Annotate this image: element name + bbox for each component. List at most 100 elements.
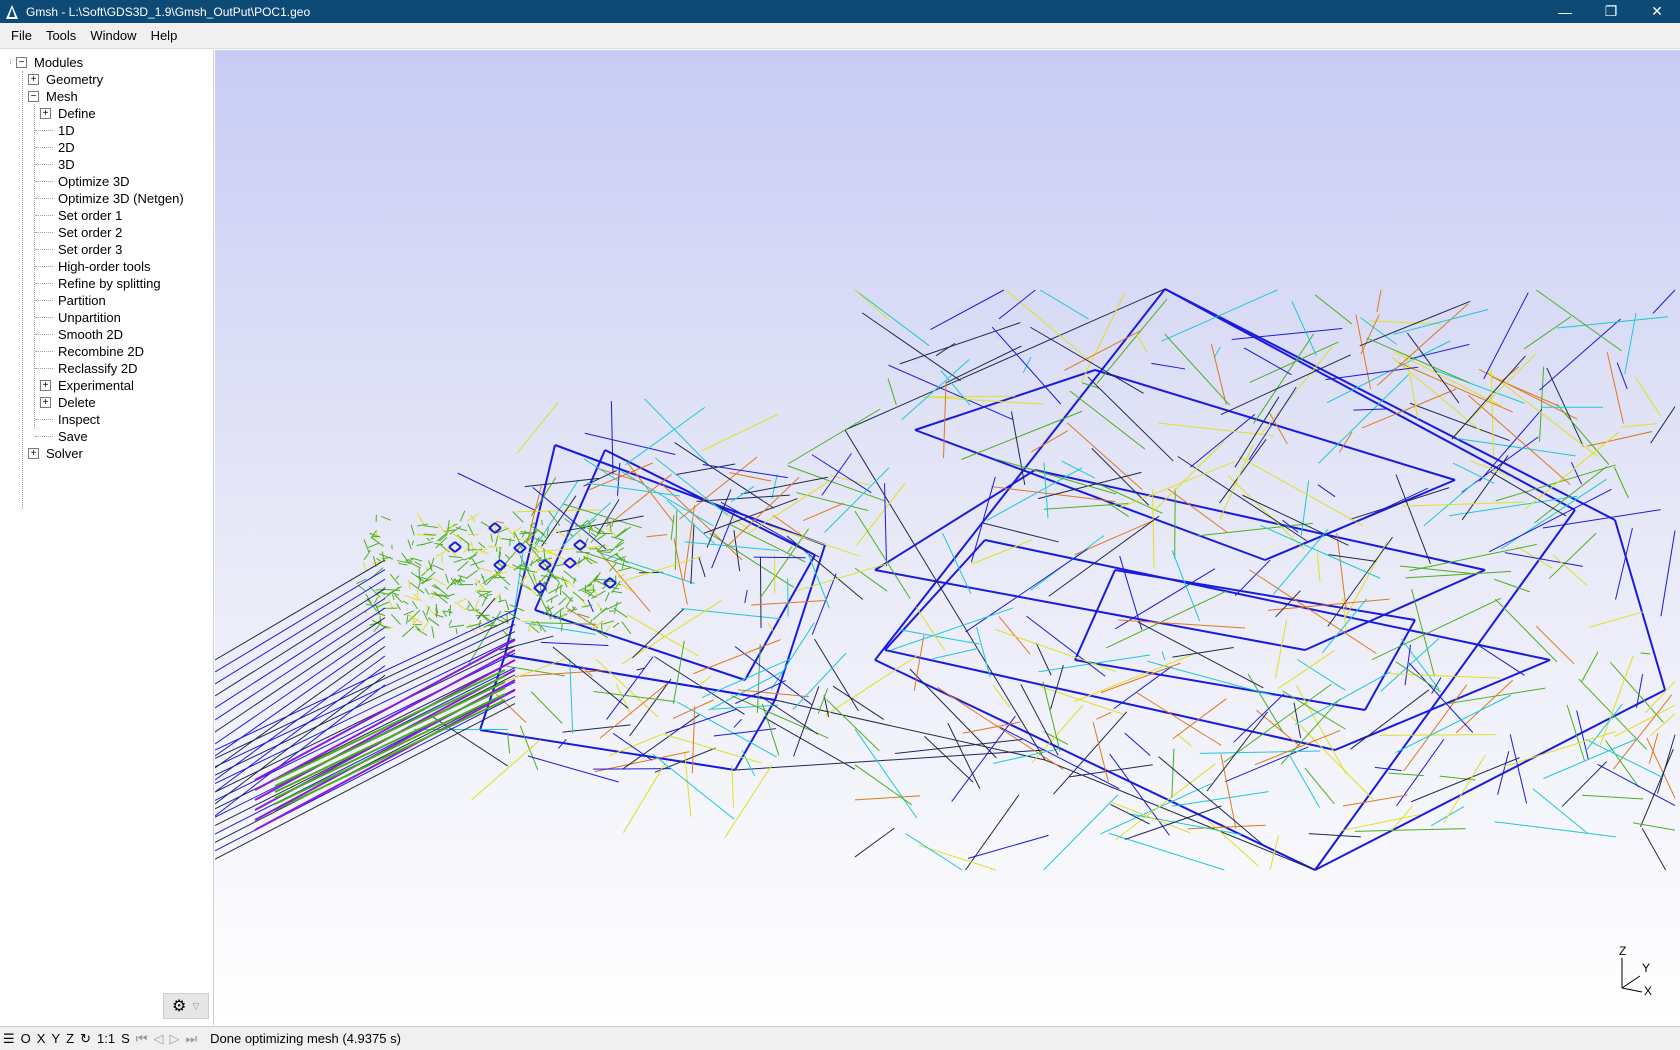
- play-icon[interactable]: ▷: [166, 1028, 182, 1050]
- mesh-edge: [429, 714, 509, 767]
- tree-item-inspect[interactable]: Inspect: [0, 411, 214, 428]
- tree-item-save[interactable]: Save: [0, 428, 214, 445]
- select-button[interactable]: S: [118, 1028, 133, 1050]
- tree-item-solver[interactable]: + Solver: [0, 445, 214, 462]
- prev-step-icon[interactable]: ◁: [150, 1028, 166, 1050]
- mesh-edge: [477, 590, 491, 593]
- mesh-edge: [696, 494, 790, 502]
- tree-item-optimize-3d-netgen[interactable]: Optimize 3D (Netgen): [0, 190, 214, 207]
- mesh-edge: [1316, 552, 1321, 582]
- menu-tools[interactable]: Tools: [39, 23, 83, 49]
- tree-connector: [35, 317, 53, 318]
- menu-toggle-button[interactable]: ☰: [0, 1028, 18, 1050]
- scale-button[interactable]: 1:1: [94, 1028, 118, 1050]
- mesh-edge: [609, 539, 624, 553]
- tree-item-mesh-1d[interactable]: 1D: [0, 122, 214, 139]
- tree-item-smooth-2d[interactable]: Smooth 2D: [0, 326, 214, 343]
- mesh-edge: [698, 675, 712, 687]
- mesh-edge: [1147, 660, 1275, 697]
- tree-item-set-order-2[interactable]: Set order 2: [0, 224, 214, 241]
- graphics-viewport[interactable]: [215, 50, 1680, 1025]
- rotate-icon[interactable]: ↻: [77, 1028, 94, 1050]
- mesh-edge: [760, 695, 819, 735]
- tree-item-label: Optimize 3D (Netgen): [58, 191, 184, 206]
- mesh-edge: [1539, 366, 1545, 442]
- mesh-edge: [1171, 748, 1175, 798]
- mesh-edge: [1136, 334, 1148, 353]
- tree-item-mesh-2d[interactable]: 2D: [0, 139, 214, 156]
- expand-icon[interactable]: +: [28, 448, 39, 459]
- tree-connector: [35, 232, 53, 233]
- mesh-edge: [215, 569, 386, 673]
- expand-icon[interactable]: +: [40, 380, 51, 391]
- tree-item-high-order-tools[interactable]: High-order tools: [0, 258, 214, 275]
- mesh-edge: [367, 542, 379, 549]
- tree-item-set-order-1[interactable]: Set order 1: [0, 207, 214, 224]
- mesh-edge: [1158, 756, 1265, 847]
- mesh-edge: [711, 512, 735, 569]
- expand-icon[interactable]: +: [40, 108, 51, 119]
- mesh-edge: [558, 597, 567, 606]
- tree-item-delete[interactable]: + Delete: [0, 394, 214, 411]
- tree-item-mesh-define[interactable]: + Define: [0, 105, 214, 122]
- menu-help[interactable]: Help: [144, 23, 185, 49]
- mesh-edge: [541, 519, 543, 526]
- mesh-edge: [504, 586, 509, 590]
- mesh-edge: [505, 599, 510, 611]
- mesh-edge: [788, 408, 881, 465]
- mesh-edge: [884, 483, 888, 567]
- mesh-edge: [1502, 731, 1616, 768]
- tree-item-modules[interactable]: − Modules: [0, 54, 214, 71]
- view-y-button[interactable]: Y: [48, 1028, 63, 1050]
- mesh-edge: [854, 827, 895, 858]
- view-z-button[interactable]: Z: [63, 1028, 77, 1050]
- mesh-edge: [1152, 489, 1155, 569]
- gear-icon: ⚙: [172, 998, 187, 1015]
- tree-item-mesh[interactable]: − Mesh: [0, 88, 214, 105]
- expand-icon[interactable]: +: [40, 397, 51, 408]
- mesh-edge: [1010, 411, 1026, 485]
- mesh-edge: [803, 502, 844, 522]
- last-step-icon[interactable]: ⏭: [182, 1028, 200, 1050]
- mesh-edge: [1646, 737, 1676, 799]
- mesh-edge: [1639, 748, 1674, 827]
- mesh-edge: [759, 556, 762, 628]
- tree-item-geometry[interactable]: + Geometry: [0, 71, 214, 88]
- mesh-edge: [455, 628, 458, 635]
- mesh-edge: [1106, 590, 1227, 649]
- tree-item-reclassify-2d[interactable]: Reclassify 2D: [0, 360, 214, 377]
- collapse-icon[interactable]: −: [28, 91, 39, 102]
- first-step-icon[interactable]: ⏮: [133, 1028, 151, 1050]
- tree-item-unpartition[interactable]: Unpartition: [0, 309, 214, 326]
- menu-window[interactable]: Window: [83, 23, 143, 49]
- mesh-edge: [454, 541, 462, 548]
- tree-item-mesh-3d[interactable]: 3D: [0, 156, 214, 173]
- mesh-edge: [1402, 501, 1525, 507]
- tree-item-experimental[interactable]: + Experimental: [0, 377, 214, 394]
- mesh-edge: [420, 541, 434, 546]
- tree-item-optimize-3d[interactable]: Optimize 3D: [0, 173, 214, 190]
- mesh-edge: [1314, 294, 1353, 325]
- tree-item-refine-by-splitting[interactable]: Refine by splitting: [0, 275, 214, 292]
- mesh-edge: [552, 646, 629, 709]
- restore-button[interactable]: ❐: [1588, 0, 1634, 23]
- view-origin-button[interactable]: O: [18, 1028, 34, 1050]
- tree-item-recombine-2d[interactable]: Recombine 2D: [0, 343, 214, 360]
- menu-file[interactable]: File: [4, 23, 39, 49]
- tree-item-partition[interactable]: Partition: [0, 292, 214, 309]
- tree-connector: [35, 147, 53, 148]
- close-button[interactable]: ✕: [1634, 0, 1680, 23]
- mesh-edge: [1411, 757, 1520, 803]
- tree-item-label: Set order 2: [58, 225, 123, 240]
- mesh-edge: [398, 562, 408, 566]
- mesh-edge: [713, 728, 776, 737]
- minimize-button[interactable]: —: [1542, 0, 1588, 23]
- options-gear-button[interactable]: ⚙ ▽: [163, 993, 209, 1019]
- tree-item-set-order-3[interactable]: Set order 3: [0, 241, 214, 258]
- mesh-edge: [426, 537, 431, 542]
- expand-icon[interactable]: +: [28, 74, 39, 85]
- mesh-edge: [1353, 408, 1388, 411]
- view-x-button[interactable]: X: [34, 1028, 49, 1050]
- collapse-icon[interactable]: −: [16, 57, 27, 68]
- mesh-edge: [884, 539, 986, 651]
